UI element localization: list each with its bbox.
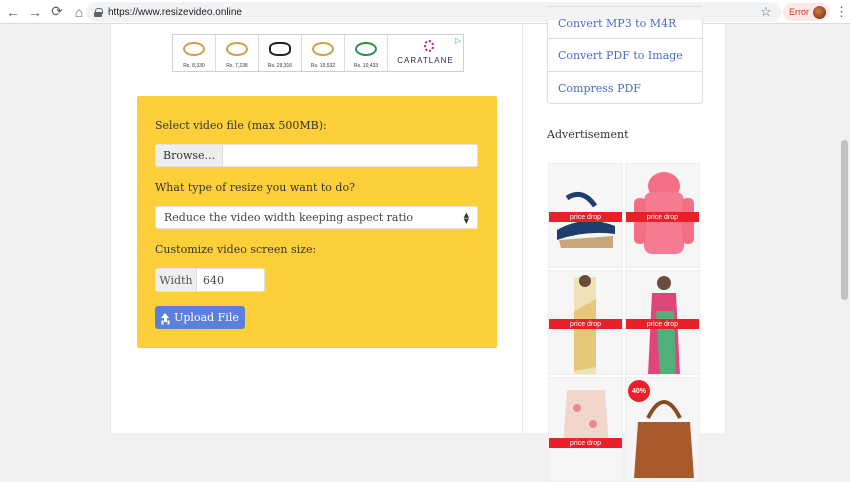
bracelet-icon — [269, 42, 291, 56]
file-input[interactable]: Browse... — [155, 144, 478, 167]
ad-tile-top[interactable]: price drop — [548, 377, 623, 482]
ad-tile-jacket[interactable]: price drop — [625, 163, 700, 268]
back-icon[interactable]: ← — [4, 3, 22, 21]
upload-label: Upload File — [174, 311, 239, 324]
width-field-group: Width 640 — [155, 268, 265, 292]
ad-product-ring[interactable]: Rs. 29,316 — [259, 35, 302, 71]
ad-brand[interactable]: CARATLANE ▷ — [388, 35, 463, 71]
ad-product-ring[interactable]: Rs. 7,238 — [216, 35, 259, 71]
width-input[interactable]: 640 — [197, 269, 264, 291]
screen-size-label: Customize video screen size: — [155, 243, 317, 256]
brand-logo-icon — [424, 40, 434, 52]
price-drop-badge: price drop — [549, 212, 622, 222]
ad-price: Rs. 8,330 — [183, 63, 205, 69]
forward-icon[interactable]: → — [26, 3, 44, 21]
scrollbar-thumb[interactable] — [841, 140, 848, 300]
browser-toolbar: ← → ⟳ ⌂ https://www.resizevideo.online ☆… — [0, 0, 850, 24]
ad-product-ring[interactable]: Rs. 19,532 — [302, 35, 345, 71]
ad-tile-saree-pink[interactable]: price drop — [625, 270, 700, 375]
ad-price: Rs. 29,316 — [267, 63, 293, 69]
price-drop-badge: price drop — [626, 319, 699, 329]
adchoices-icon[interactable]: ▷ — [455, 36, 461, 45]
select-caret-icon: ▲ ▼ — [463, 211, 469, 225]
tools-link-list: Convert MP3 to M4R Convert PDF to Image … — [547, 6, 703, 104]
file-label: Select video file (max 500MB): — [155, 119, 327, 132]
ad-product-ring[interactable]: Rs. 10,433 — [345, 35, 388, 71]
ad-brand-name: CARATLANE — [397, 56, 454, 65]
width-addon: Width — [156, 269, 197, 291]
ring-icon — [355, 42, 377, 56]
upload-icon — [161, 313, 170, 322]
sidebar-product-ad[interactable]: ⓘ ✕ price drop price drop — [547, 159, 703, 482]
ring-icon — [226, 42, 248, 56]
resize-type-label: What type of resize you want to do? — [155, 181, 355, 194]
page-body: Rs. 8,330 Rs. 7,238 Rs. 29,316 Rs. 19,53… — [0, 6, 850, 482]
ring-icon — [312, 42, 334, 56]
sidebar-link-convert-pdf[interactable]: Convert PDF to Image — [548, 38, 702, 71]
price-drop-badge: price drop — [626, 212, 699, 222]
ad-price: Rs. 7,238 — [226, 63, 248, 69]
ad-tile-bag[interactable]: 40% — [625, 377, 700, 482]
resize-type-select[interactable]: Reduce the video width keeping aspect ra… — [155, 206, 478, 229]
reload-icon[interactable]: ⟳ — [48, 3, 66, 21]
discount-badge: 40% — [628, 380, 650, 402]
ring-icon — [183, 42, 205, 56]
sidebar-link-compress-pdf[interactable]: Compress PDF — [548, 71, 702, 104]
ad-product-ring[interactable]: Rs. 8,330 — [173, 35, 216, 71]
upload-file-button[interactable]: Upload File — [155, 306, 245, 329]
resize-form-panel: Select video file (max 500MB): Browse...… — [137, 96, 497, 348]
error-label: Error — [789, 7, 809, 17]
price-drop-badge: price drop — [549, 319, 622, 329]
browser-menu-icon[interactable]: ⋮ — [835, 4, 848, 20]
ad-price: Rs. 10,433 — [353, 63, 379, 69]
ad-price: Rs. 19,532 — [310, 63, 336, 69]
top-image — [563, 390, 609, 448]
resize-type-value: Reduce the video width keeping aspect ra… — [164, 211, 414, 224]
page-scrollbar[interactable] — [839, 24, 850, 433]
profile-error-chip[interactable]: Error — [783, 3, 830, 21]
ad-tile-saree-cream[interactable]: price drop — [548, 270, 623, 375]
bookmark-star-icon[interactable]: ☆ — [760, 4, 772, 20]
advertisement-heading: Advertisement — [547, 128, 629, 141]
banner-ad[interactable]: Rs. 8,330 Rs. 7,238 Rs. 29,316 Rs. 19,53… — [172, 34, 464, 72]
ad-tile-sandal[interactable]: price drop — [548, 163, 623, 268]
browse-button[interactable]: Browse... — [156, 145, 223, 166]
lock-icon — [94, 7, 103, 17]
avatar — [813, 5, 826, 19]
price-drop-badge: price drop — [549, 438, 622, 448]
sidebar-link-convert-mp3[interactable]: Convert MP3 to M4R — [548, 6, 702, 39]
address-url: https://www.resizevideo.online — [108, 6, 242, 18]
